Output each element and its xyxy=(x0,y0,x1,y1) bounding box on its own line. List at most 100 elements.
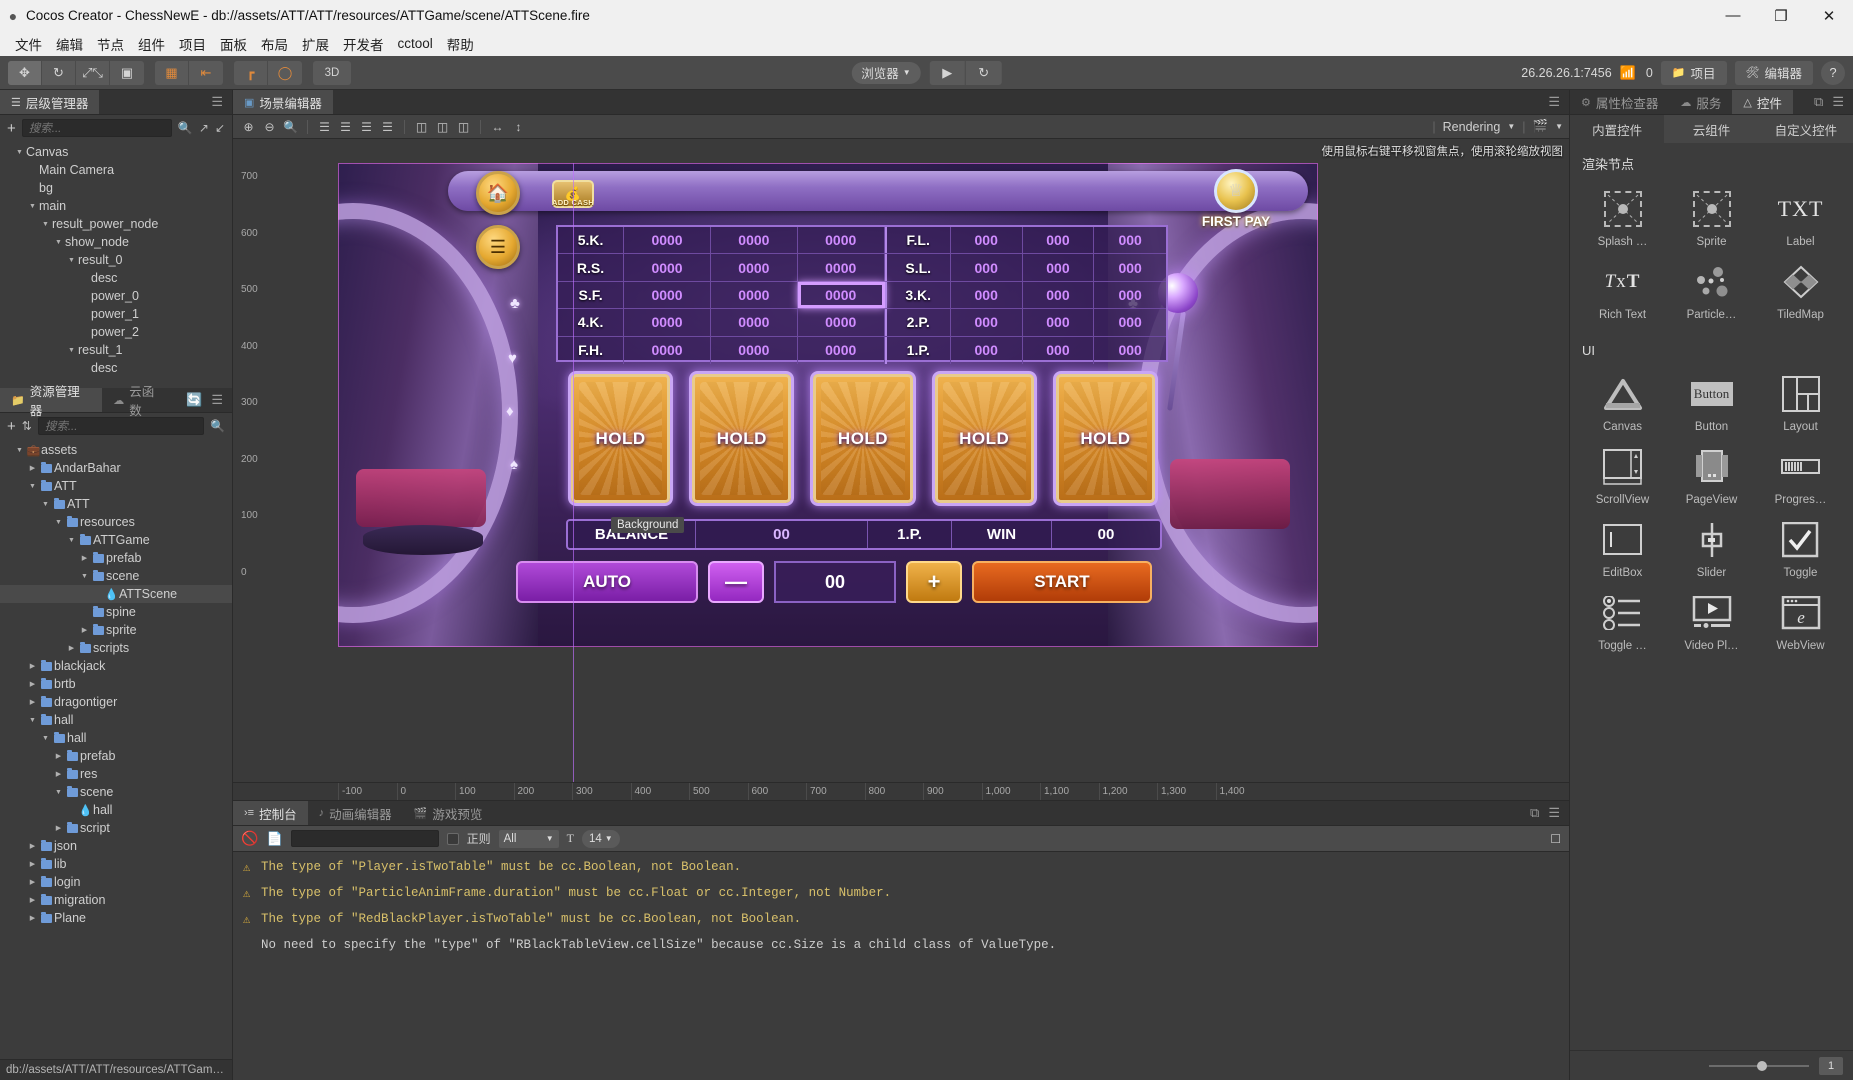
chevron-down-icon[interactable]: ▼ xyxy=(78,573,91,580)
editor-button[interactable]: 🛠 编辑器 xyxy=(1735,61,1813,85)
zoom-fit-icon[interactable]: 🔍 xyxy=(281,117,300,136)
widget-item-particle-icon[interactable]: Particle… xyxy=(1667,253,1756,326)
tree-row[interactable]: ▶res xyxy=(0,765,232,783)
chevron-down-icon-render[interactable]: ▼ xyxy=(1507,122,1515,131)
sub-tab[interactable]: 内置控件 xyxy=(1570,115,1664,143)
console-log-list[interactable]: ⚠The type of "Player.isTwoTable" must be… xyxy=(233,852,1569,1080)
tree-row[interactable]: ▶prefab xyxy=(0,747,232,765)
align-left-icon[interactable]: ☰ xyxy=(315,117,334,136)
game-canvas[interactable]: ♣ ♥ ♦ ♠ ♣ ♦ ♥ 🏠 ☰ 💰 ADD CASH xyxy=(338,163,1318,647)
chevron-down-icon[interactable]: ▼ xyxy=(26,483,39,490)
home-button[interactable]: 🏠 xyxy=(476,171,520,215)
tree-row[interactable]: bg xyxy=(0,179,232,197)
sub-tab[interactable]: 自定义控件 xyxy=(1759,115,1853,143)
chevron-right-icon[interactable]: ▶ xyxy=(65,644,78,652)
align-right-icon[interactable]: ☰ xyxy=(357,117,376,136)
widget-item-webview-icon[interactable]: eWebView xyxy=(1756,584,1845,657)
tree-row[interactable]: power_0 xyxy=(0,287,232,305)
console-menu-icon[interactable]: ☰ xyxy=(1548,805,1560,821)
tree-row[interactable]: ▶lib xyxy=(0,855,232,873)
tree-row[interactable]: ▶script xyxy=(0,819,232,837)
tab-anim-icon[interactable]: ♪动画编辑器 xyxy=(308,801,403,825)
tab-console-icon[interactable]: ›≡控制台 xyxy=(233,801,308,825)
inspector-popout-icon[interactable]: ⧉ xyxy=(1814,94,1823,110)
widget-item-togglegroup-icon[interactable]: Toggle … xyxy=(1578,584,1667,657)
hierarchy-search-input[interactable]: 搜索... xyxy=(22,119,172,137)
tree-row[interactable]: ▶Plane xyxy=(0,909,232,927)
project-button[interactable]: 📁 项目 xyxy=(1661,61,1727,85)
widget-item-layout-icon[interactable]: Layout xyxy=(1756,365,1845,438)
menu-button[interactable]: ☰ xyxy=(476,225,520,269)
pivot-tool[interactable]: ▦ xyxy=(155,61,189,85)
tree-row[interactable]: ▼ATT xyxy=(0,495,232,513)
camera-icon[interactable]: 🎬 xyxy=(1533,119,1549,134)
start-button[interactable]: START xyxy=(972,561,1152,603)
sort-icon[interactable]: ⇅ xyxy=(22,419,32,433)
tab-gear-icon[interactable]: ⚙属性检查器 xyxy=(1570,90,1669,114)
zoom-out-icon[interactable]: ⊖ xyxy=(260,117,279,136)
hold-card[interactable]: HOLD xyxy=(568,371,673,506)
anchor-tool[interactable]: ┏ xyxy=(234,61,268,85)
zoom-slider[interactable] xyxy=(1709,1065,1809,1067)
tree-row[interactable]: ▼hall xyxy=(0,711,232,729)
scale-tool[interactable]: ⤢⤡ xyxy=(76,61,110,85)
chevron-down-icon[interactable]: ▼ xyxy=(65,537,78,544)
preview-target-dropdown[interactable]: 浏览器 ▼ xyxy=(851,62,920,84)
tree-row[interactable]: ▶scripts xyxy=(0,639,232,657)
tree-row[interactable]: ▶blackjack xyxy=(0,657,232,675)
assets-sync-icon[interactable]: 🔄 xyxy=(186,392,202,408)
tree-row[interactable]: spine xyxy=(0,603,232,621)
tree-row[interactable]: 💧ATTScene xyxy=(0,585,232,603)
scene-viewport[interactable]: 使用鼠标右键平移视窗焦点，使用滚轮缩放视图 ♣ xyxy=(233,139,1569,800)
chevron-right-icon[interactable]: ▶ xyxy=(52,770,65,778)
chevron-right-icon[interactable]: ▶ xyxy=(26,698,39,706)
menu-item-10[interactable]: 帮助 xyxy=(440,31,481,57)
chevron-right-icon[interactable]: ▶ xyxy=(26,878,39,886)
tree-row[interactable]: ▼scene xyxy=(0,567,232,585)
tree-row[interactable]: ▼show_node xyxy=(0,233,232,251)
widget-item-label-txt-icon[interactable]: TXTLabel xyxy=(1756,180,1845,253)
chevron-right-icon[interactable]: ▶ xyxy=(26,662,39,670)
console-search-input[interactable] xyxy=(291,830,439,847)
assets-menu-icon[interactable]: ☰ xyxy=(211,392,223,408)
menu-item-8[interactable]: 开发者 xyxy=(336,31,391,57)
search-icon[interactable]: 🔍 xyxy=(178,121,193,135)
tree-row[interactable]: power_1 xyxy=(0,305,232,323)
console-message[interactable]: ⚠The type of "ParticleAnimFrame.duration… xyxy=(233,880,1569,906)
distribute-h-icon[interactable]: ◫ xyxy=(412,117,431,136)
console-popout-icon[interactable]: ⧉ xyxy=(1530,805,1539,821)
minimize-button[interactable]: — xyxy=(1709,0,1757,31)
chevron-down-icon[interactable]: ▼ xyxy=(52,519,65,526)
widget-item-toggle-icon[interactable]: Toggle xyxy=(1756,511,1845,584)
tree-row[interactable]: ▶login xyxy=(0,873,232,891)
chevron-down-icon[interactable]: ▼ xyxy=(13,447,26,454)
widget-item-sprite-icon[interactable]: Sprite xyxy=(1667,180,1756,253)
align-top-icon[interactable]: ☰ xyxy=(378,117,397,136)
chevron-right-icon[interactable]: ▶ xyxy=(52,752,65,760)
mode-3d-button[interactable]: 3D xyxy=(313,61,351,85)
move-tool[interactable]: ✥ xyxy=(8,61,42,85)
zoom-in-icon[interactable]: ⊕ xyxy=(239,117,258,136)
zoom-slider-knob[interactable] xyxy=(1757,1061,1767,1071)
render-mode-label[interactable]: Rendering xyxy=(1443,120,1501,134)
widget-item-tiledmap-icon[interactable]: TiledMap xyxy=(1756,253,1845,326)
rect-tool[interactable]: ▣ xyxy=(110,61,144,85)
chevron-down-icon[interactable]: ▼ xyxy=(39,501,52,508)
menu-item-0[interactable]: 文件 xyxy=(8,31,49,57)
tree-row[interactable]: ▼result_power_node xyxy=(0,215,232,233)
console-message[interactable]: ⚠The type of "Player.isTwoTable" must be… xyxy=(233,854,1569,880)
chevron-down-icon[interactable]: ▼ xyxy=(52,239,65,246)
font-size-dropdown[interactable]: 14 ▼ xyxy=(582,830,620,848)
collapse-icon[interactable]: ↙ xyxy=(215,121,225,135)
tree-row[interactable]: ▼hall xyxy=(0,729,232,747)
hierarchy-menu-icon[interactable]: ☰ xyxy=(211,94,223,110)
scene-menu-icon[interactable]: ☰ xyxy=(1548,94,1560,110)
distribute-gap-icon[interactable]: ◫ xyxy=(454,117,473,136)
chevron-right-icon[interactable]: ▶ xyxy=(26,896,39,904)
menu-item-1[interactable]: 编辑 xyxy=(49,31,90,57)
tree-row[interactable]: ▶dragontiger xyxy=(0,693,232,711)
menu-item-9[interactable]: cctool xyxy=(391,33,440,54)
tab-preview-icon[interactable]: 🎬游戏预览 xyxy=(403,801,494,825)
chevron-right-icon[interactable]: ▶ xyxy=(78,554,91,562)
chevron-right-icon[interactable]: ▶ xyxy=(26,860,39,868)
